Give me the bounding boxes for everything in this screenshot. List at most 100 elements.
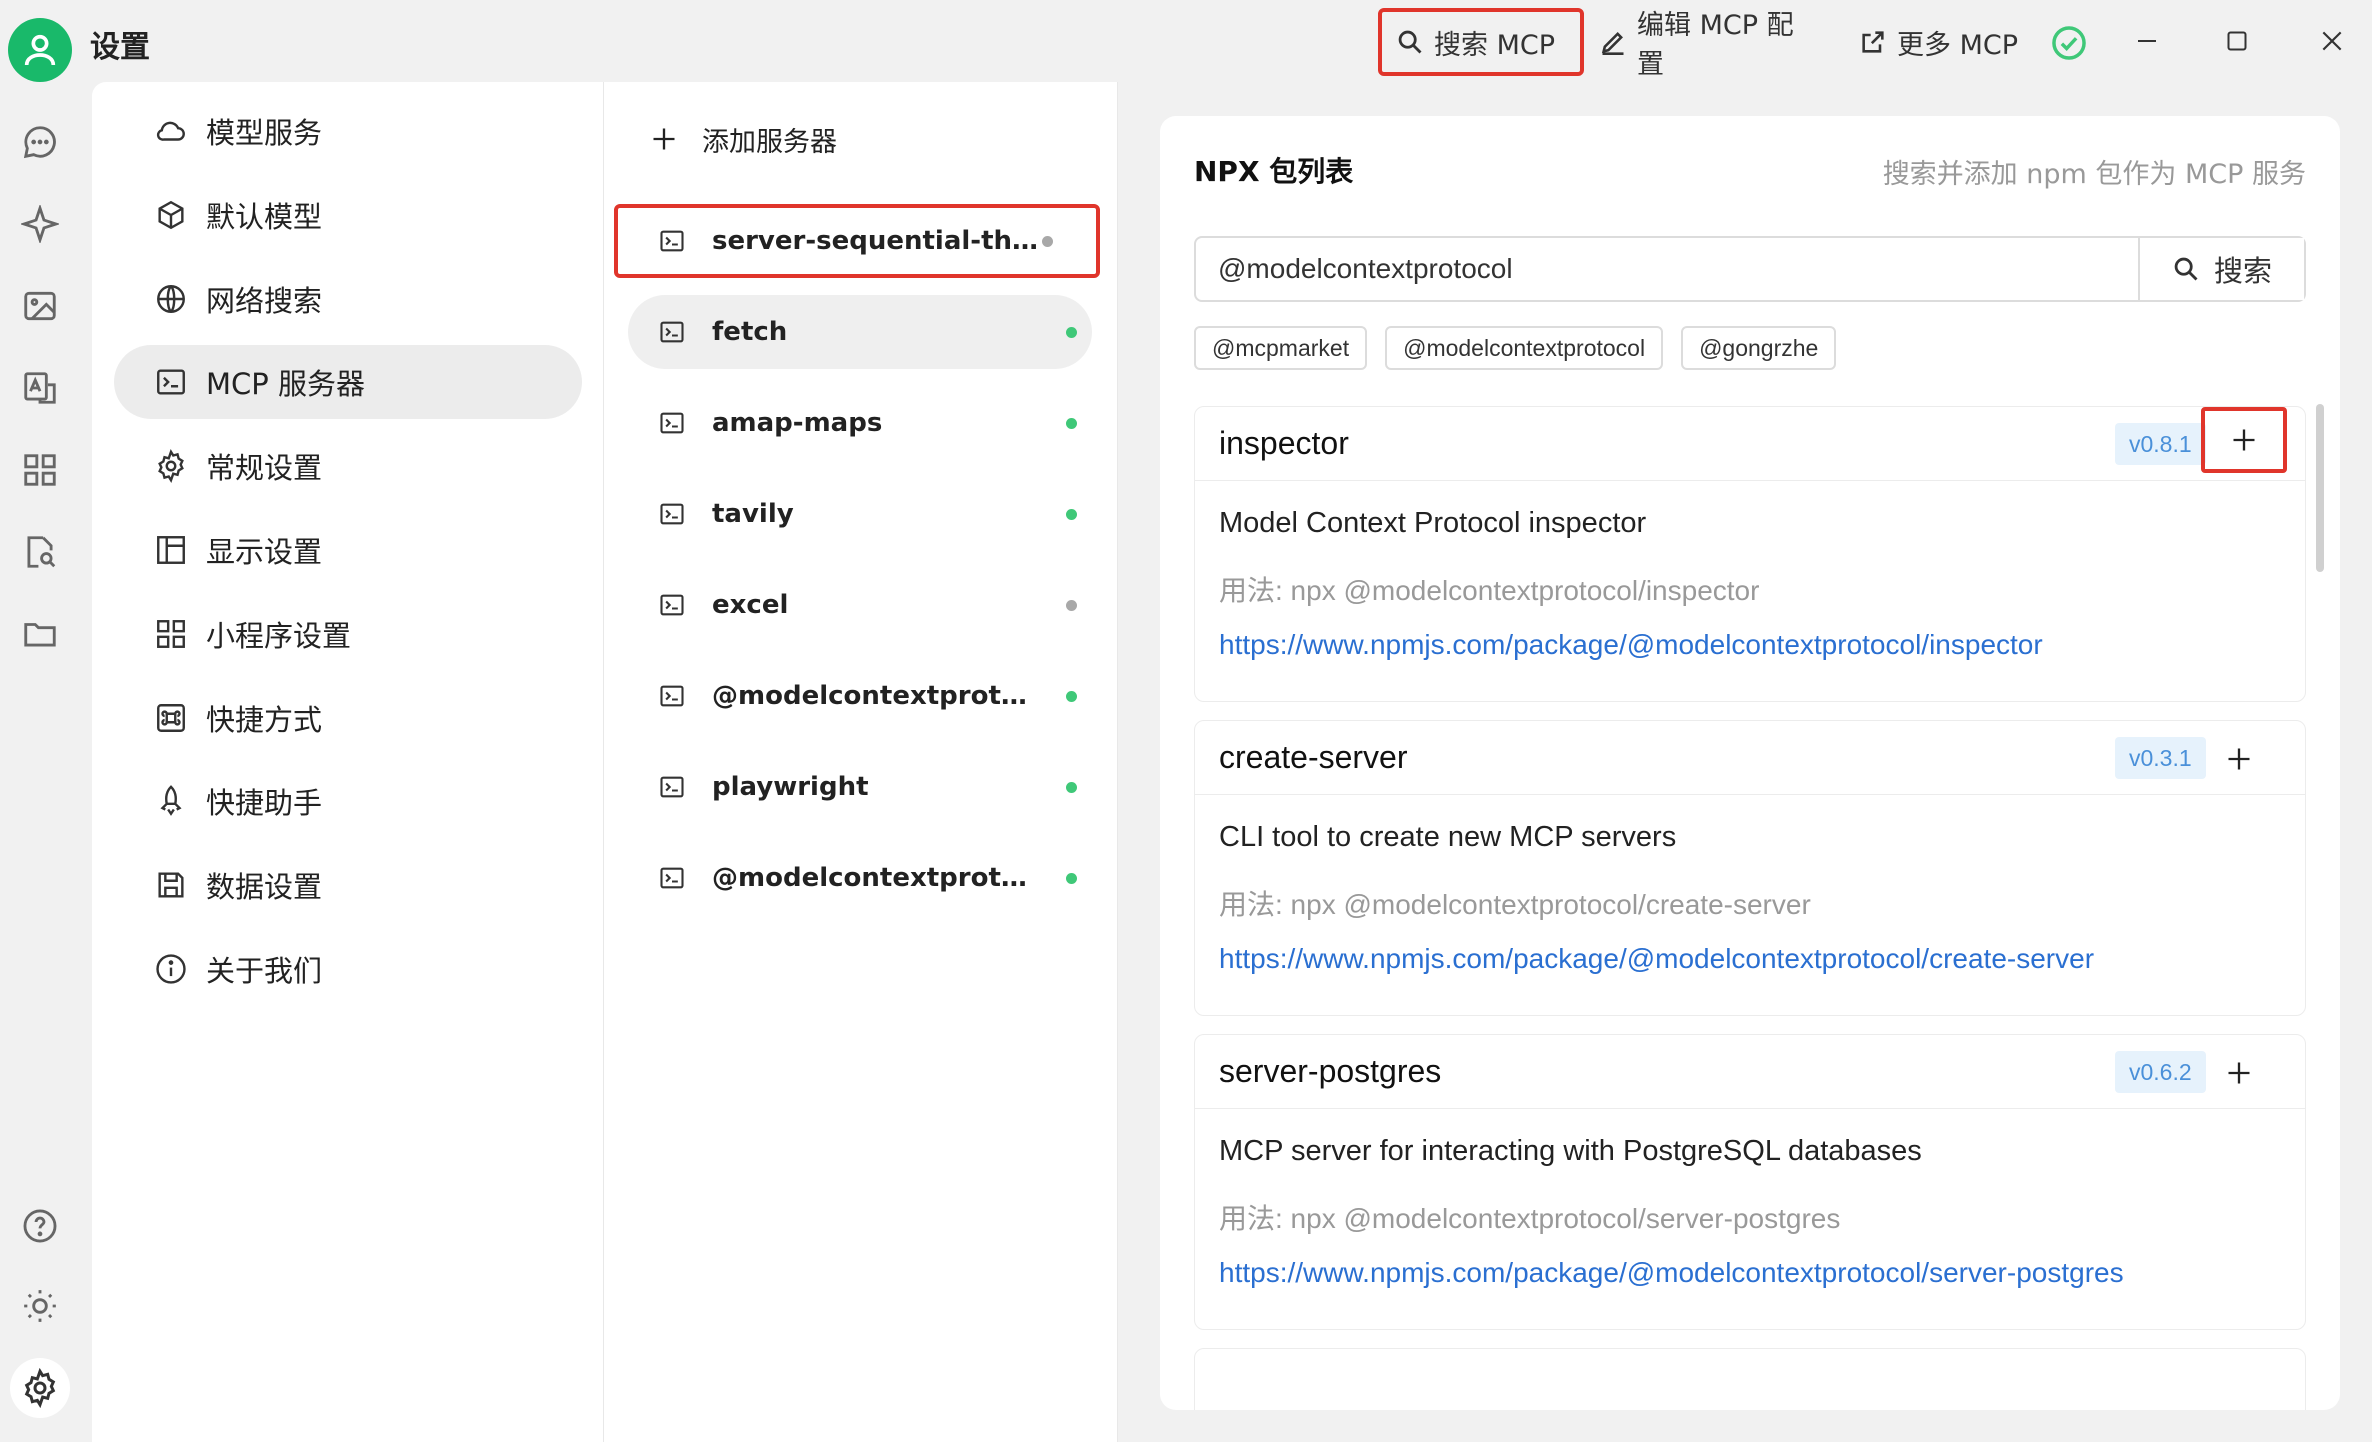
server-name: tavily (712, 499, 794, 529)
package-header: create-server v0.3.1 (1195, 721, 2305, 795)
rail-apps[interactable] (18, 448, 62, 492)
menu-item-10[interactable]: 数据设置 (114, 848, 582, 922)
terminal-icon (660, 321, 684, 343)
sun-icon (24, 1290, 56, 1322)
menu-item-label: 快捷助手 (206, 786, 323, 821)
package-item: create-server v0.3.1 CLI tool to create ne… (1194, 720, 2306, 1016)
npx-package-card: NPX 包列表 搜索并添加 npm 包作为 MCP 服务 搜索 @mcpmark… (1160, 116, 2340, 1410)
npx-hint: 搜索并添加 npm 包作为 MCP 服务 (1882, 159, 2306, 190)
package-search-input[interactable] (1196, 238, 2138, 300)
scope-tag[interactable]: @gongrzhe (1681, 326, 1837, 370)
package-description: MCP server for interacting with PostgreS… (1219, 1135, 1922, 1167)
package-search-button[interactable]: 搜索 (2138, 238, 2304, 300)
minimize-button[interactable] (2122, 16, 2172, 66)
menu-item-label: 关于我们 (206, 954, 323, 988)
title-bar: 设置 搜索 MCP 编辑 MCP 配置 更多 MCP (0, 0, 2372, 82)
package-description: CLI tool to create new MCP servers (1219, 821, 1677, 853)
command-icon (157, 703, 185, 732)
menu-item-4[interactable]: MCP 服务器 (114, 345, 582, 420)
rail-help[interactable] (18, 1204, 62, 1248)
rail-files[interactable] (18, 612, 62, 656)
server-item[interactable]: @modelcontextprotoco... (628, 659, 1092, 733)
apps-icon (24, 454, 56, 486)
plus-icon (653, 128, 675, 150)
package-link[interactable]: https://www.npmjs.com/package/@modelcont… (1219, 629, 2281, 669)
menu-item-2[interactable]: 默认模型 (114, 178, 582, 252)
scope-tag[interactable]: @mcpmarket (1194, 326, 1368, 370)
package-link[interactable]: https://www.npmjs.com/package/@modelcont… (1219, 943, 2281, 983)
server-item[interactable]: amap-maps (628, 386, 1092, 460)
status-dot (1066, 873, 1077, 884)
scope-tag[interactable]: @modelcontextprotocol (1385, 326, 1664, 370)
search-mcp-button[interactable]: 搜索 MCP (1378, 8, 1584, 76)
menu-item-7[interactable]: 小程序设置 (114, 597, 582, 671)
edit-mcp-config-button[interactable]: 编辑 MCP 配置 (1585, 8, 1830, 80)
server-item[interactable]: playwright (628, 750, 1092, 824)
menu-item-9[interactable]: 快捷助手 (114, 764, 582, 838)
check-circle-icon[interactable] (2050, 24, 2088, 62)
package-link[interactable]: https://www.npmjs.com/package/@modelcont… (1219, 1257, 2281, 1297)
gear-icon (158, 449, 184, 484)
server-item[interactable]: excel (628, 568, 1092, 642)
package-header: server-postgres v0.6.2 (1195, 1035, 2305, 1109)
menu-item-5[interactable]: 常规设置 (114, 429, 582, 503)
settings-menu: 模型服务默认模型网络搜索 MCP 服务器常规设置显示设置小程序设置快捷方式快捷助手… (92, 82, 604, 1442)
add-package-button[interactable] (2201, 407, 2287, 473)
menu-item-8[interactable]: 快捷方式 (114, 681, 582, 755)
version-badge: v0.6.2 (2115, 1051, 2206, 1093)
add-package-button[interactable] (2211, 733, 2267, 785)
close-button[interactable] (2307, 16, 2357, 66)
rail-chat[interactable] (18, 120, 62, 164)
package-body: CLI tool to create new MCP servers 用法: np… (1195, 795, 2305, 999)
scrollbar-thumb[interactable] (2316, 404, 2324, 572)
package-description: Model Context Protocol inspector (1219, 507, 1647, 539)
edit-icon (1601, 32, 1624, 55)
package-item: inspector v0.8.1 Model Context Protocol in… (1194, 406, 2306, 702)
add-server-button[interactable]: 添加服务器 (650, 114, 837, 164)
menu-item-11[interactable]: 关于我们 (114, 932, 582, 1006)
grid-icon (157, 619, 185, 648)
package-item-partial (1194, 1348, 2306, 1410)
server-list-panel: 添加服务器 server-sequential-thinki... fetch am… (604, 82, 1118, 1442)
window-title: 设置 (90, 30, 150, 65)
server-name: playwright (712, 772, 869, 802)
translate-icon (24, 372, 56, 404)
server-item[interactable]: server-sequential-thinki... (614, 204, 1100, 278)
package-usage: 用法: npx @modelcontextprotocol/inspector (1219, 575, 1760, 606)
menu-item-label: 网络搜索 (206, 283, 323, 318)
rail-knowledge[interactable] (18, 530, 62, 574)
menu-item-label: 常规设置 (206, 451, 323, 486)
rail-settings[interactable] (10, 1358, 70, 1418)
package-body: MCP server for interacting with PostgreS… (1195, 1109, 2305, 1313)
add-package-button[interactable] (2211, 1047, 2267, 1099)
status-dot (1066, 691, 1077, 702)
package-name: create-server (1219, 739, 1408, 775)
rail-agents[interactable] (18, 202, 62, 246)
terminal-icon (660, 230, 684, 252)
menu-item-label: 模型服务 (206, 116, 323, 150)
rocket-icon (160, 785, 182, 817)
server-item[interactable]: @modelcontextprotoco... (628, 841, 1092, 915)
status-dot (1066, 327, 1077, 338)
server-item[interactable]: tavily (628, 477, 1092, 551)
status-dot (1066, 418, 1077, 429)
terminal-icon (660, 412, 684, 434)
rail-images[interactable] (18, 284, 62, 328)
package-name: server-postgres (1219, 1053, 1442, 1089)
menu-item-3[interactable]: 网络搜索 (114, 262, 582, 336)
menu-item-6[interactable]: 显示设置 (114, 513, 582, 587)
package-item: server-postgres v0.6.2 MCP server for inte… (1194, 1034, 2306, 1330)
maximize-button[interactable] (2212, 16, 2262, 66)
server-name: @modelcontextprotoco... (712, 863, 1042, 893)
edit-mcp-label: 编辑 MCP 配置 (1637, 10, 1794, 80)
more-mcp-button[interactable]: 更多 MCP (1845, 8, 2045, 76)
server-name: excel (712, 590, 789, 620)
rail-theme[interactable] (18, 1284, 62, 1328)
terminal-icon (660, 594, 684, 616)
plus-icon (2228, 748, 2250, 770)
package-search-box: 搜索 (1194, 236, 2306, 302)
menu-item-1[interactable]: 模型服务 (114, 94, 582, 168)
server-item[interactable]: fetch (628, 295, 1092, 369)
rail-translate[interactable] (18, 366, 62, 410)
avatar[interactable] (8, 18, 72, 82)
